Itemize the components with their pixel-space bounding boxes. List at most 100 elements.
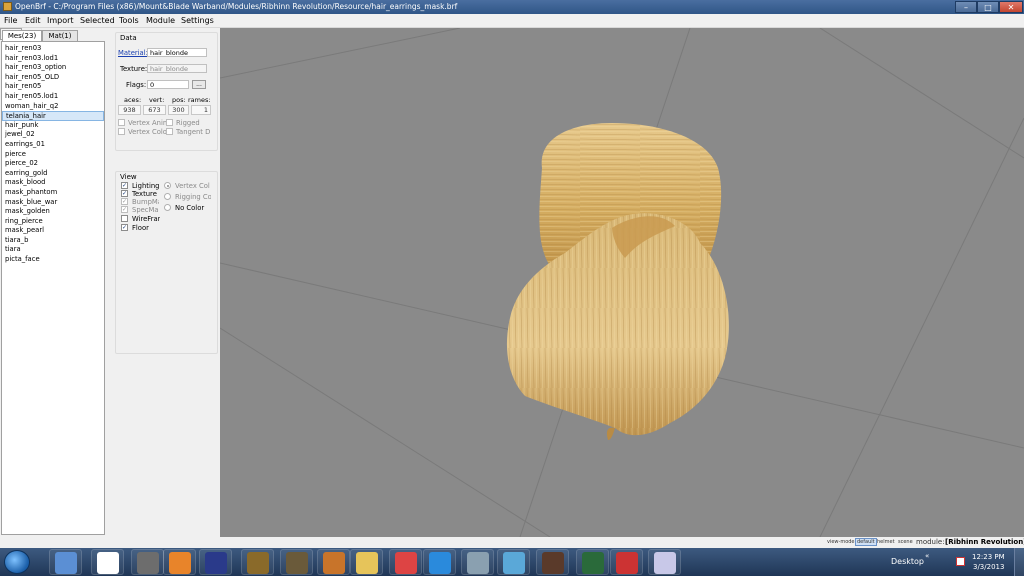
list-item[interactable]: mask_blood: [2, 178, 104, 188]
desktop-toolbar-label[interactable]: Desktop: [891, 557, 924, 566]
close-button[interactable]: ✕: [999, 1, 1023, 13]
menu-file[interactable]: File: [4, 16, 17, 25]
vertex-color-radio-label: Vertex Col: [175, 182, 210, 190]
module-value: [Ribhinn Revolution]: [945, 538, 1024, 546]
folder-icon[interactable]: [350, 549, 383, 575]
window-icon[interactable]: [49, 549, 82, 575]
screen-icon[interactable]: [576, 549, 609, 575]
tab-meshes[interactable]: Mes(23): [2, 30, 42, 41]
vertex-color-radio: [164, 182, 171, 189]
list-item[interactable]: hair_ren05.lod1: [2, 92, 104, 102]
properties-panel: Data Material: hair_blonde Texture: hair…: [106, 28, 219, 537]
list-item[interactable]: pierce_02: [2, 159, 104, 169]
list-item[interactable]: hair_punk: [2, 121, 104, 131]
status-bar: view-mode: default helmet scene module: …: [0, 537, 1024, 548]
lighting-checkbox[interactable]: ✓: [121, 182, 128, 189]
list-item[interactable]: tiara: [2, 245, 104, 255]
list-item[interactable]: hair_ren03.lod1: [2, 54, 104, 64]
list-item[interactable]: hair_ren05: [2, 82, 104, 92]
menu-selected[interactable]: Selected: [80, 16, 115, 25]
material-link[interactable]: Material:: [118, 49, 148, 57]
vertex-color-label: Vertex Color: [128, 128, 166, 136]
view-mode-helmet-button[interactable]: helmet: [877, 539, 895, 545]
chrome-icon[interactable]: [389, 549, 422, 575]
tv-icon-glyph: [97, 552, 119, 574]
view-mode-label: view-mode:: [827, 539, 857, 545]
list-item[interactable]: telania_hair: [2, 111, 104, 121]
rigging-color-radio: [164, 193, 171, 200]
show-desktop-button[interactable]: [1014, 548, 1024, 576]
menu-edit[interactable]: Edit: [25, 16, 41, 25]
view-mode-scene-button[interactable]: scene: [898, 539, 913, 545]
wireframe-label: WireFrame: [132, 215, 160, 223]
horse-icon[interactable]: [536, 549, 569, 575]
knight-icon-glyph: [286, 552, 308, 574]
media-player-icon[interactable]: [163, 549, 196, 575]
mesh-list[interactable]: hair_ren03 hair_ren03.lod1 hair_ren03_opti…: [1, 41, 105, 535]
3d-viewport[interactable]: [220, 28, 1024, 537]
monitor-icon[interactable]: [461, 549, 494, 575]
tray-chevron-icon[interactable]: «: [925, 552, 929, 560]
list-item[interactable]: pierce: [2, 150, 104, 160]
floor-label: Floor: [132, 224, 149, 232]
rigged-checkbox: [166, 119, 173, 126]
menu-import[interactable]: Import: [47, 16, 74, 25]
floor-checkbox[interactable]: ✓: [121, 224, 128, 231]
view-mode-default-button[interactable]: default: [855, 538, 877, 546]
texture-field: hair_blonde: [147, 64, 207, 73]
data-group-title: Data: [120, 34, 137, 42]
minimize-button[interactable]: –: [955, 1, 977, 13]
no-color-radio[interactable]: [164, 204, 171, 211]
ie-icon-glyph: [429, 552, 451, 574]
clock-date[interactable]: 3/3/2013: [973, 563, 1004, 571]
start-button[interactable]: [4, 550, 30, 574]
list-item[interactable]: hair_ren03_option: [2, 63, 104, 73]
frames-count: 1: [191, 105, 211, 115]
list-item[interactable]: woman_hair_q2: [2, 102, 104, 112]
texture-checkbox[interactable]: ✓: [121, 190, 128, 197]
clock-time[interactable]: 12:23 PM: [972, 553, 1005, 561]
tab-materials[interactable]: Mat(1): [42, 30, 78, 41]
list-item[interactable]: jewel_02: [2, 130, 104, 140]
list-item[interactable]: earrings_01: [2, 140, 104, 150]
menu-tools[interactable]: Tools: [119, 16, 139, 25]
flags-button[interactable]: ...: [192, 80, 206, 89]
orb-icon-glyph: [205, 552, 227, 574]
list-item[interactable]: mask_pearl: [2, 226, 104, 236]
maximize-button[interactable]: □: [977, 1, 999, 13]
list-item[interactable]: tiara_b: [2, 236, 104, 246]
tv-icon[interactable]: [91, 549, 124, 575]
menu-settings[interactable]: Settings: [181, 16, 214, 25]
faces-count: 938: [118, 105, 141, 115]
list-item[interactable]: mask_blue_war: [2, 198, 104, 208]
list-item[interactable]: mask_phantom: [2, 188, 104, 198]
orb-icon[interactable]: [199, 549, 232, 575]
media-player-icon-glyph: [169, 552, 191, 574]
shield-icon[interactable]: [131, 549, 164, 575]
list-item[interactable]: mask_golden: [2, 207, 104, 217]
tangent-label: Tangent D: [176, 128, 211, 136]
rigged-label: Rigged: [176, 119, 200, 127]
lighting-label: Lighting: [132, 182, 160, 190]
knight-icon[interactable]: [280, 549, 313, 575]
list-item[interactable]: ring_pierce: [2, 217, 104, 227]
material-field[interactable]: hair_blonde: [147, 48, 207, 57]
paint-icon[interactable]: [648, 549, 681, 575]
list-item[interactable]: earring_gold: [2, 169, 104, 179]
tools-icon[interactable]: [317, 549, 350, 575]
list-item[interactable]: hair_ren03: [2, 44, 104, 54]
list-item[interactable]: hair_ren05_OLD: [2, 73, 104, 83]
menu-module[interactable]: Module: [146, 16, 175, 25]
warrior-icon[interactable]: [241, 549, 274, 575]
action-center-flag-icon[interactable]: [956, 557, 965, 566]
horse-icon-glyph: [542, 552, 564, 574]
notepad-icon[interactable]: [497, 549, 530, 575]
list-item[interactable]: picta_face: [2, 255, 104, 265]
flags-field[interactable]: 0: [147, 80, 189, 89]
resource-list-panel: Mes(23) Mat(1) ◂ ▸ hair_ren03hair_ren03.…: [0, 28, 106, 537]
paint-icon-glyph: [654, 552, 676, 574]
ie-icon[interactable]: [423, 549, 456, 575]
wireframe-checkbox[interactable]: [121, 215, 128, 222]
emulator-icon[interactable]: [610, 549, 643, 575]
window-title: OpenBrf - C:/Program Files (x86)/Mount&B…: [15, 2, 458, 11]
